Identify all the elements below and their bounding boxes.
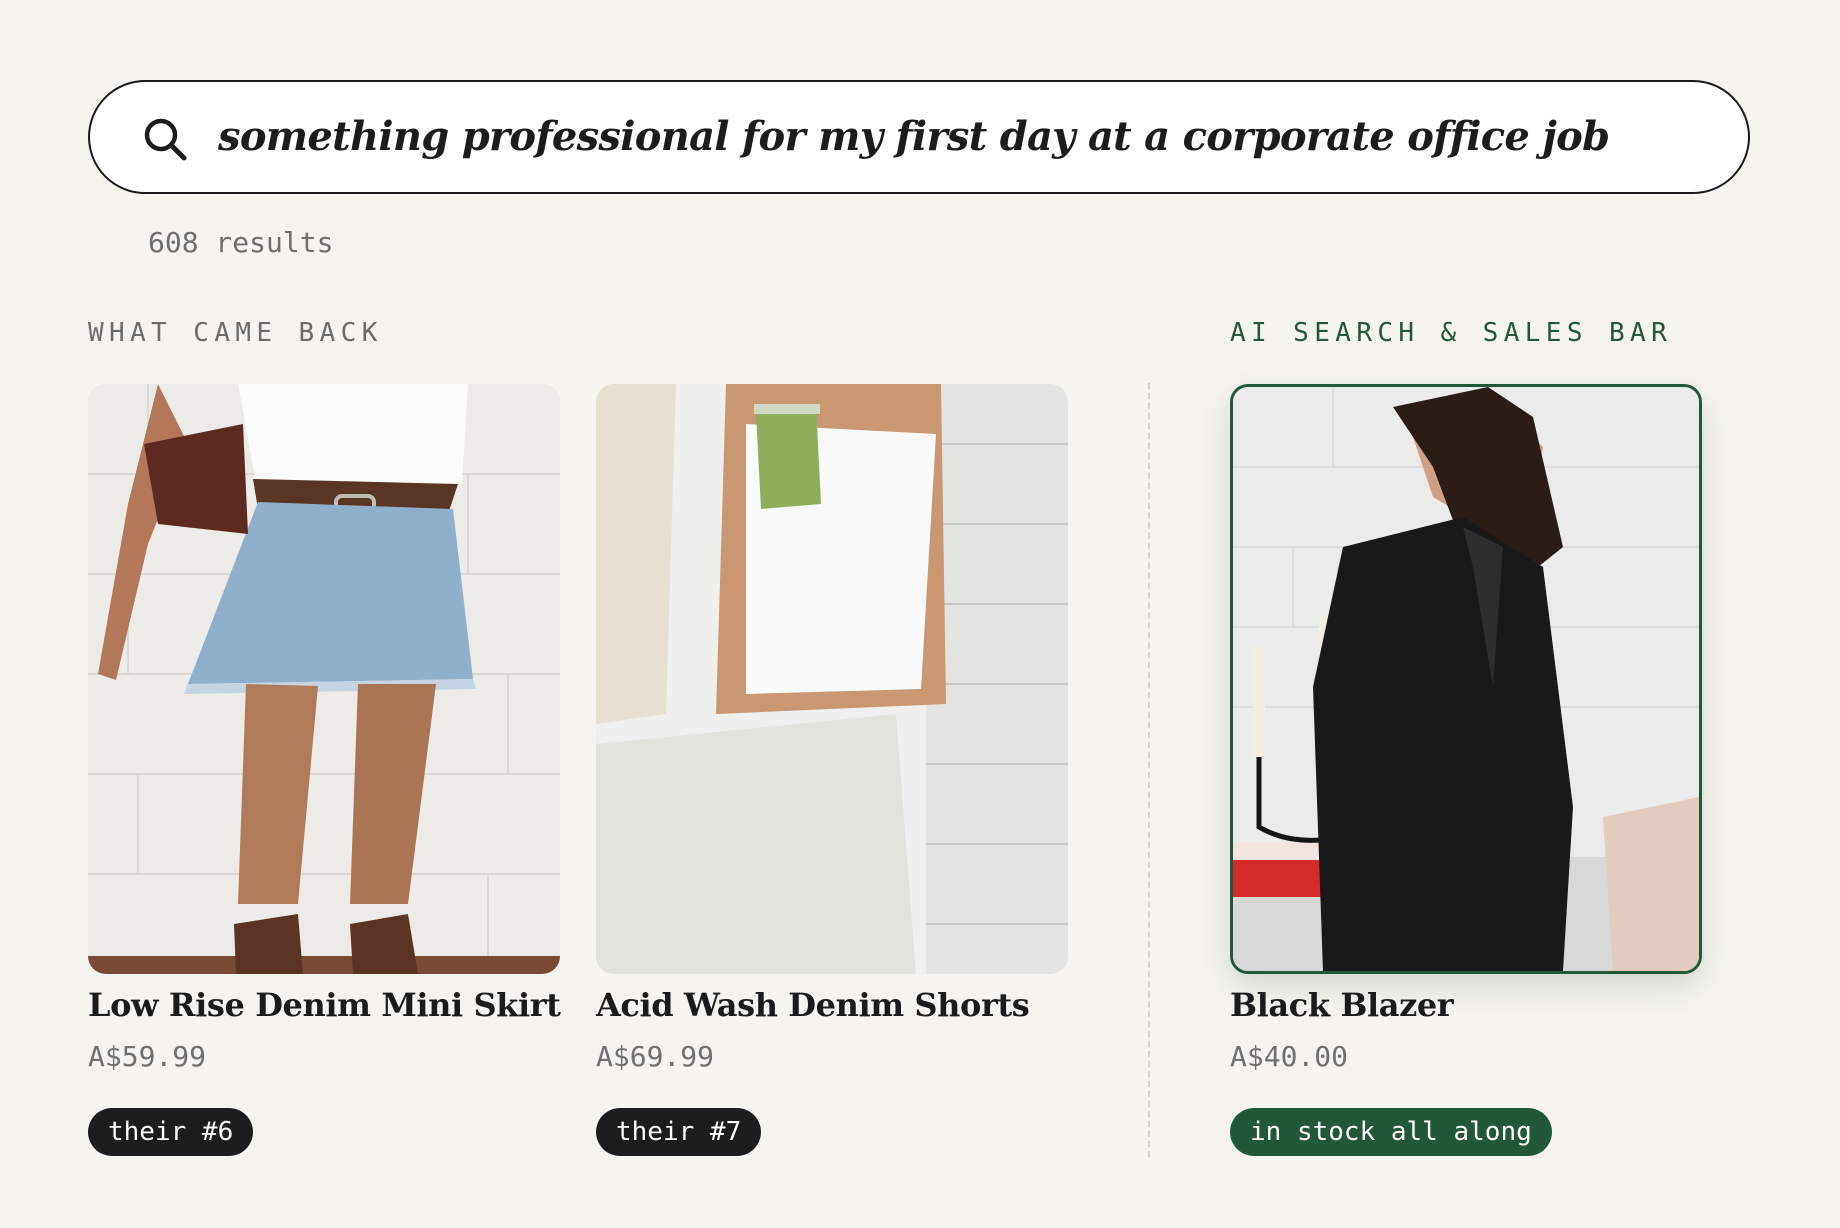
product-image-denim-mini-skirt[interactable] — [88, 384, 560, 974]
product-price: A$40.00 — [1230, 1040, 1349, 1073]
product-title[interactable]: Black Blazer — [1230, 986, 1454, 1024]
product-price: A$59.99 — [88, 1040, 207, 1073]
results-count: 608 results — [148, 226, 334, 259]
search-icon — [144, 118, 187, 161]
section-divider — [1148, 383, 1150, 1157]
product-title[interactable]: Acid Wash Denim Shorts — [596, 986, 1030, 1024]
search-query[interactable]: something professional for my first day … — [218, 82, 1610, 192]
availability-badge: in stock all along — [1230, 1108, 1552, 1156]
section-label-what-came-back: WHAT CAME BACK — [88, 318, 383, 348]
search-bar[interactable]: something professional for my first day … — [88, 80, 1750, 194]
rank-badge: their #6 — [88, 1108, 254, 1156]
product-price: A$69.99 — [596, 1040, 715, 1073]
product-title[interactable]: Low Rise Denim Mini Skirt — [88, 986, 561, 1024]
section-label-ai-search: AI SEARCH & SALES BAR — [1230, 318, 1673, 348]
product-image-black-blazer[interactable] — [1230, 384, 1702, 974]
product-image-denim-shorts[interactable] — [596, 384, 1068, 974]
rank-badge: their #7 — [596, 1108, 762, 1156]
